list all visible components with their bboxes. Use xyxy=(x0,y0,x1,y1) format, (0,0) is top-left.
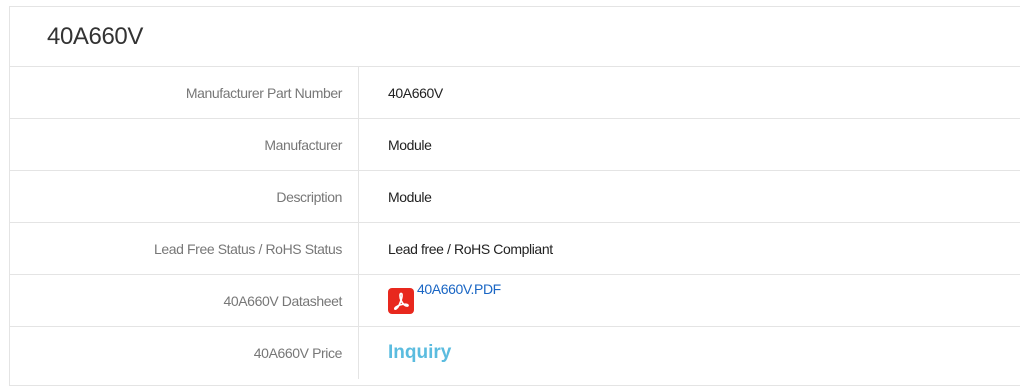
row-value: Lead free / RoHS Compliant xyxy=(388,240,553,257)
inquiry-link[interactable]: Inquiry xyxy=(388,342,451,364)
table-row-rohs-status: Lead Free Status / RoHS Status Lead free… xyxy=(10,223,1020,275)
row-label: 40A660V Datasheet xyxy=(10,275,359,326)
product-info-panel: 40A660V Manufacturer Part Number 40A660V… xyxy=(9,6,1020,386)
row-label: Lead Free Status / RoHS Status xyxy=(10,223,359,274)
datasheet-link[interactable]: 40A660V.PDF xyxy=(388,281,501,314)
row-label: Manufacturer xyxy=(10,119,359,170)
table-row-description: Description Module xyxy=(10,171,1020,223)
row-label: Description xyxy=(10,171,359,222)
row-label: Manufacturer Part Number xyxy=(10,67,359,118)
row-label: 40A660V Price xyxy=(10,327,359,379)
table-row-datasheet: 40A660V Datasheet 40A660V.PDF xyxy=(10,275,1020,327)
table-row-manufacturer: Manufacturer Module xyxy=(10,119,1020,171)
row-value: 40A660V.PDF xyxy=(359,275,1020,326)
table-row-price: 40A660V Price Inquiry xyxy=(10,327,1020,379)
table-row-part-number: Manufacturer Part Number 40A660V xyxy=(10,67,1020,119)
row-value: Module xyxy=(388,136,432,153)
product-title: 40A660V xyxy=(10,7,1020,67)
datasheet-link-label: 40A660V.PDF xyxy=(417,281,501,297)
row-value: Inquiry xyxy=(359,327,1020,379)
row-value: 40A660V xyxy=(388,84,443,101)
pdf-icon xyxy=(388,288,414,314)
row-value: Module xyxy=(388,188,432,205)
